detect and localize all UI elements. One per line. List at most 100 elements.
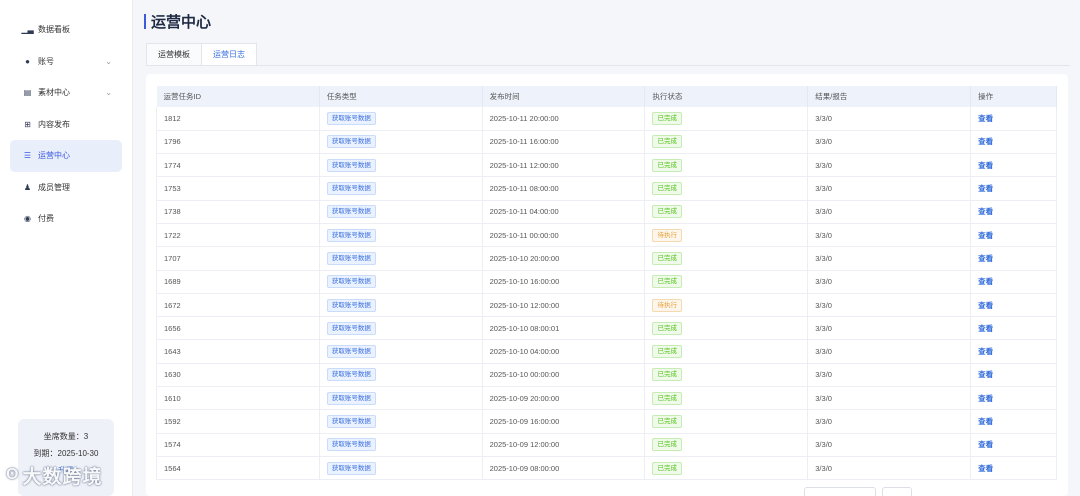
cell-exec-status: 已完成	[652, 135, 682, 149]
page-size-select[interactable]	[804, 487, 876, 496]
view-button[interactable]: 查看	[978, 464, 993, 473]
cell-task-id-cell: 1610	[156, 386, 320, 411]
cell-exec-status-cell: 已完成	[644, 409, 809, 434]
view-button-cell: 查看	[970, 200, 1057, 224]
page-jump-input[interactable]	[882, 487, 912, 496]
cell-task-type-cell: 获取账号数据	[319, 316, 483, 341]
watermark: ʘ 大数跨境	[6, 462, 102, 488]
cell-result-cell: 3/3/0	[807, 339, 972, 364]
sidebar-item-2[interactable]: ▤ 素材中心 ⌄	[10, 77, 122, 109]
cell-task-type-cell: 获取账号数据	[319, 433, 483, 457]
cell-publish-time: 2025-10-11 08:00:00	[489, 184, 559, 194]
view-button[interactable]: 查看	[978, 184, 993, 193]
view-button[interactable]: 查看	[978, 370, 993, 379]
cell-task-type-cell: 获取账号数据	[319, 386, 483, 411]
pay-icon: ◉	[24, 214, 31, 224]
header-action: 操作	[970, 86, 1057, 107]
table-row: 1643 获取账号数据 2025-10-10 04:00:00 已完成 3/3/0 查看	[156, 339, 1057, 364]
cell-exec-status: 待执行	[652, 298, 682, 312]
page-header: 运营中心	[144, 11, 211, 32]
cell-task-type: 获取账号数据	[326, 438, 376, 452]
cell-task-type-cell: 获取账号数据	[319, 223, 483, 248]
cell-exec-status-cell: 已完成	[644, 246, 809, 271]
cell-task-type-cell: 获取账号数据	[319, 200, 483, 224]
table-row: 1753 获取账号数据 2025-10-11 08:00:00 已完成 3/3/0 查看	[156, 176, 1057, 201]
table-row: 1592 获取账号数据 2025-10-09 16:00:00 已完成 3/3/0 查看	[156, 409, 1057, 434]
cell-exec-status-cell: 已完成	[644, 316, 809, 341]
cell-exec-status: 已完成	[652, 251, 682, 265]
cell-exec-status-cell: 已完成	[644, 270, 809, 294]
view-button[interactable]: 查看	[978, 347, 993, 356]
view-button[interactable]: 查看	[978, 417, 993, 426]
cell-task-type: 获取账号数据	[326, 275, 376, 289]
pagination	[804, 487, 912, 496]
cell-task-type: 获取账号数据	[326, 415, 376, 428]
view-button-cell: 查看	[970, 386, 1057, 411]
cell-publish-time-cell: 2025-10-09 20:00:00	[482, 386, 646, 411]
cell-task-type-cell: 获取账号数据	[319, 153, 483, 178]
sidebar-item-4[interactable]: ☰ 运营中心	[10, 140, 122, 172]
sidebar-item-label: 账号	[38, 56, 54, 66]
cell-result: 3/3/0	[815, 347, 832, 357]
view-button[interactable]: 查看	[978, 114, 993, 123]
cell-result: 3/3/0	[815, 370, 832, 380]
cell-task-id: 1738	[164, 207, 181, 217]
cell-publish-time: 2025-10-09 16:00:00	[489, 417, 560, 426]
cell-task-type-cell: 获取账号数据	[319, 456, 483, 481]
chevron-down-icon[interactable]: ⌄	[105, 57, 112, 66]
cell-exec-status-cell: 已完成	[644, 153, 809, 178]
sidebar-item-label: 成员管理	[38, 182, 70, 192]
cell-task-id: 1722	[164, 230, 181, 240]
view-button[interactable]: 查看	[978, 277, 993, 286]
view-button-cell: 查看	[970, 246, 1057, 271]
cell-result: 3/3/0	[815, 207, 832, 217]
cell-task-id-cell: 1689	[156, 270, 320, 294]
cell-task-type-cell: 获取账号数据	[319, 270, 483, 294]
cell-publish-time: 2025-10-11 16:00:00	[489, 137, 559, 147]
tab-operation-log[interactable]: 运营日志	[202, 43, 257, 66]
view-button[interactable]: 查看	[978, 440, 993, 449]
cell-result-cell: 3/3/0	[807, 270, 972, 294]
view-button-cell: 查看	[970, 153, 1057, 178]
cell-task-type-cell: 获取账号数据	[319, 409, 483, 434]
sidebar-item-5[interactable]: ♟ 成员管理	[10, 172, 122, 204]
cell-task-id: 1796	[164, 137, 181, 147]
tab-bar: 运营模板 运营日志	[146, 43, 257, 66]
table-row: 1722 获取账号数据 2025-10-11 00:00:00 待执行 3/3/0 查看	[156, 223, 1057, 248]
cell-result-cell: 3/3/0	[807, 293, 972, 318]
view-button[interactable]: 查看	[978, 137, 993, 146]
sidebar-item-6[interactable]: ◉ 付费	[10, 203, 122, 235]
chevron-down-icon[interactable]: ⌄	[105, 88, 112, 97]
view-button[interactable]: 查看	[978, 301, 993, 310]
table-row: 1774 获取账号数据 2025-10-11 12:00:00 已完成 3/3/0 查看	[156, 153, 1057, 178]
view-button[interactable]: 查看	[978, 254, 993, 263]
cell-task-type: 获取账号数据	[326, 135, 376, 149]
table-row: 1812 获取账号数据 2025-10-11 20:00:00 已完成 3/3/0 查看	[156, 107, 1057, 131]
table-row: 1738 获取账号数据 2025-10-11 04:00:00 已完成 3/3/0 查看	[156, 200, 1057, 224]
view-button[interactable]: 查看	[978, 394, 993, 403]
sidebar-item-3[interactable]: ⊞ 内容发布	[10, 109, 122, 141]
cell-result: 3/3/0	[815, 137, 832, 147]
cell-exec-status: 待执行	[652, 228, 682, 242]
sidebar-menu: ▁▃ 数据看板 ● 账号 ⌄ ▤ 素材中心 ⌄ ⊞ 内容发布 ☰ 运营中心 ♟ 成员管理 ◉ 付费	[0, 0, 132, 235]
cell-exec-status-cell: 已完成	[644, 456, 809, 481]
tab-operation-template[interactable]: 运营模板	[146, 43, 202, 66]
cell-exec-status-cell: 已完成	[644, 363, 809, 388]
cell-result: 3/3/0	[815, 300, 832, 310]
view-button-cell: 查看	[970, 456, 1057, 481]
view-button-cell: 查看	[970, 409, 1057, 434]
cell-task-id-cell: 1812	[156, 107, 320, 131]
view-button[interactable]: 查看	[978, 161, 993, 170]
cell-publish-time: 2025-10-10 20:00:00	[489, 253, 560, 263]
cell-task-id-cell: 1574	[156, 433, 320, 457]
view-button[interactable]: 查看	[978, 231, 993, 240]
view-button[interactable]: 查看	[978, 207, 993, 216]
header-task-id: 运营任务ID	[156, 86, 320, 107]
sidebar-item-1[interactable]: ● 账号 ⌄	[10, 46, 122, 78]
table-row: 1707 获取账号数据 2025-10-10 20:00:00 已完成 3/3/0 查看	[156, 246, 1057, 271]
cell-exec-status: 已完成	[652, 461, 682, 475]
sidebar-item-0[interactable]: ▁▃ 数据看板	[10, 14, 122, 46]
view-button[interactable]: 查看	[978, 324, 993, 333]
cell-exec-status: 已完成	[652, 205, 682, 219]
table-row: 1630 获取账号数据 2025-10-10 00:00:00 已完成 3/3/0 查看	[156, 363, 1057, 388]
